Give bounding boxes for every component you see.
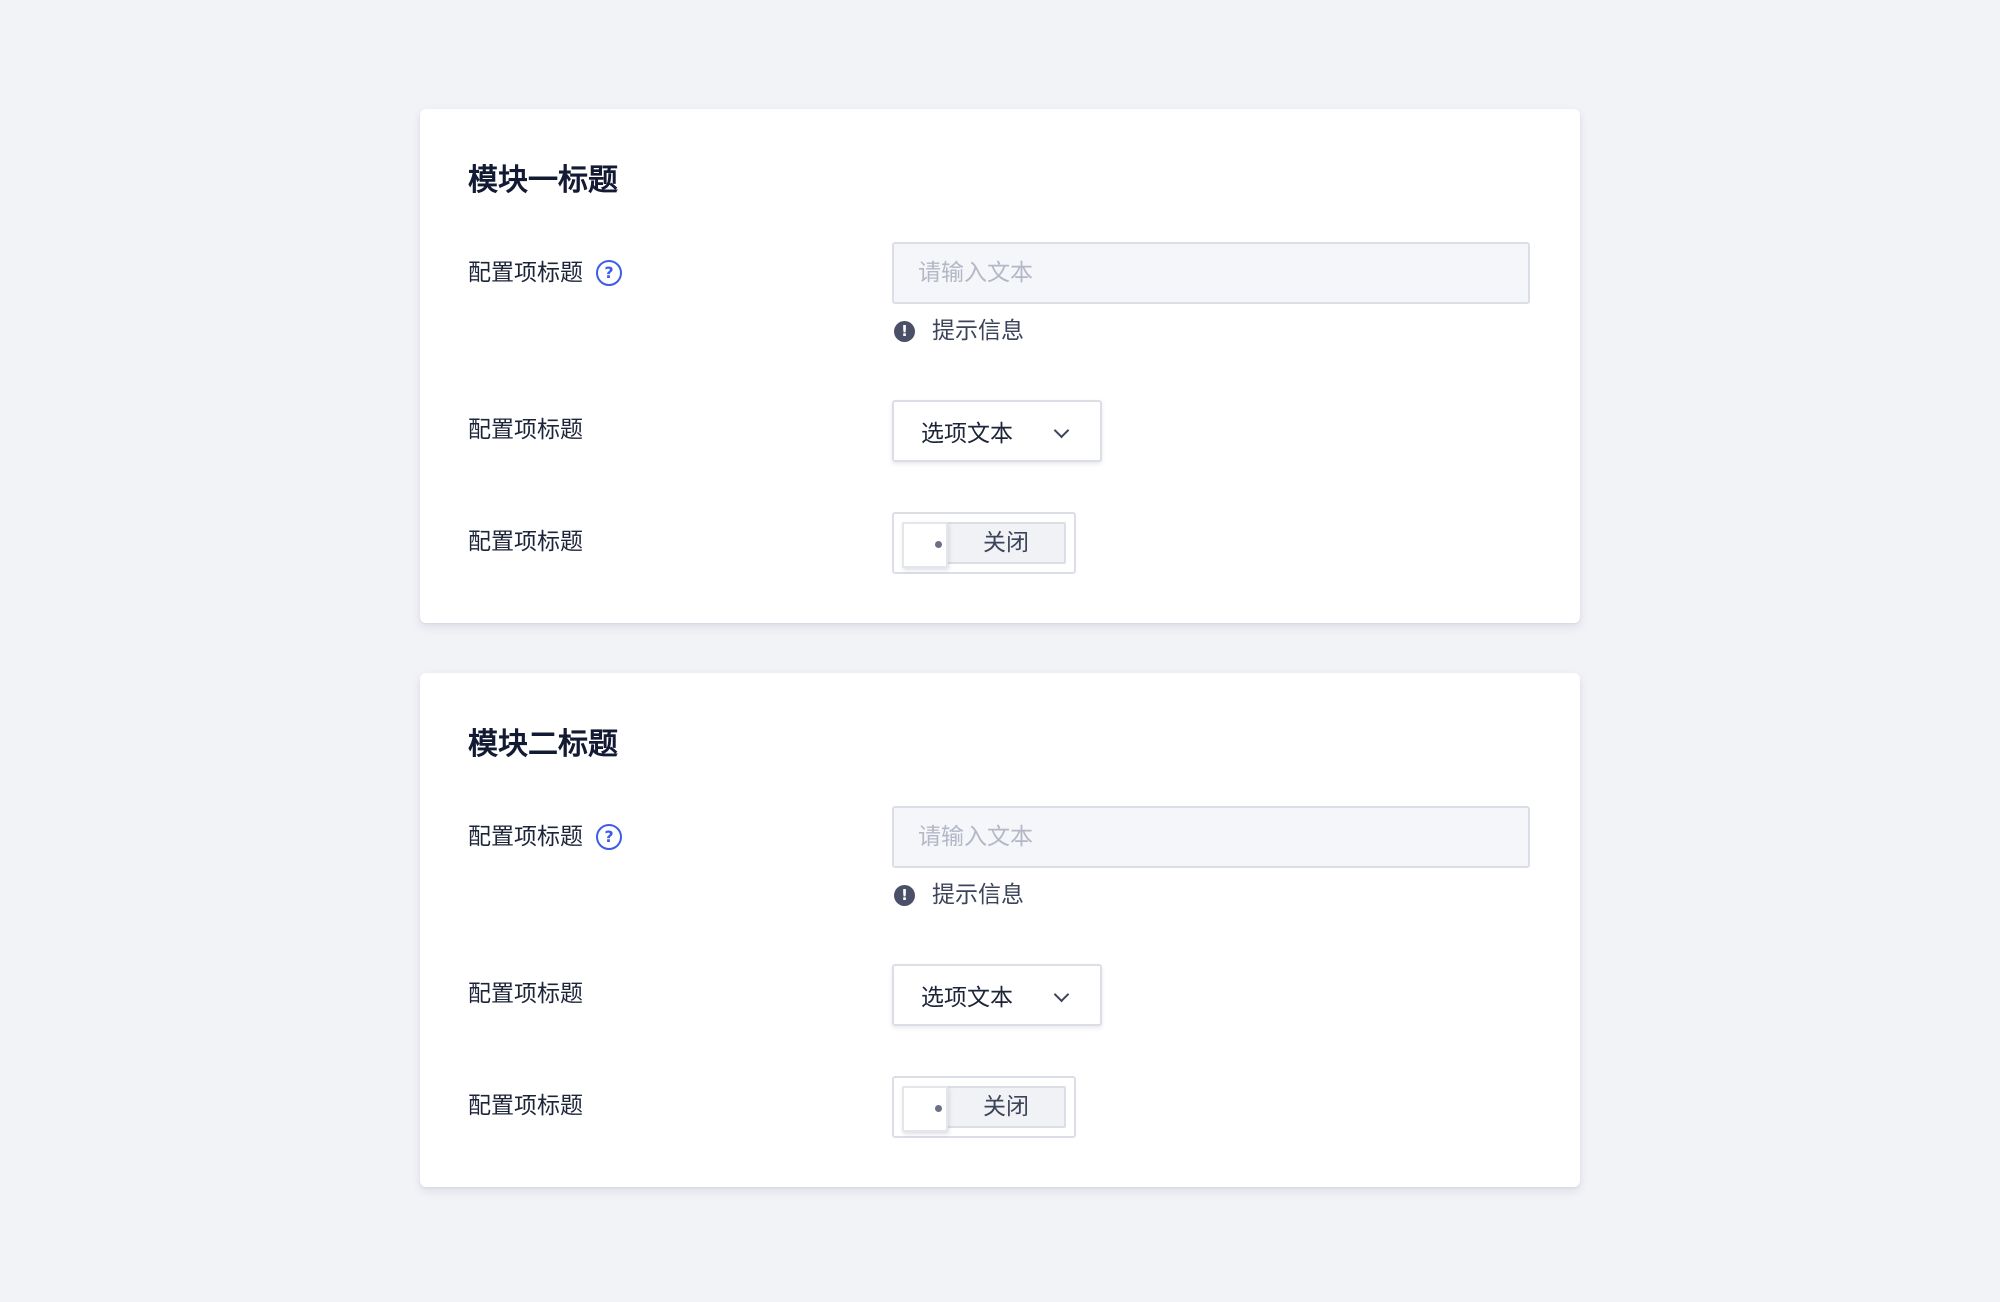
- config-item-label: 配置项标题: [468, 824, 583, 850]
- option-select[interactable]: 选项文本: [892, 400, 1102, 462]
- module-title: 模块二标题: [468, 727, 618, 762]
- hint-message: ! 提示信息: [894, 316, 1024, 346]
- module-title: 模块一标题: [468, 163, 618, 198]
- select-value: 选项文本: [921, 421, 1013, 447]
- chevron-down-icon: [1053, 986, 1070, 1003]
- config-item-label-row: 配置项标题 ?: [468, 258, 622, 288]
- config-item-label-row: 配置项标题 ?: [468, 822, 622, 852]
- module-card-1: 模块一标题 配置项标题 ? ! 提示信息 配置项标题 选项文本 配置项标题 关闭: [420, 109, 1580, 623]
- toggle-switch[interactable]: 关闭: [892, 512, 1076, 574]
- text-input[interactable]: [892, 242, 1530, 304]
- select-value: 选项文本: [921, 985, 1013, 1011]
- config-item-label: 配置项标题: [468, 1093, 583, 1119]
- switch-dot-icon: [935, 1105, 942, 1112]
- chevron-down-icon: [1053, 422, 1070, 439]
- switch-track: 关闭: [902, 522, 1066, 568]
- module-card-2: 模块二标题 配置项标题 ? ! 提示信息 配置项标题 选项文本 配置项标题 关闭: [420, 673, 1580, 1187]
- switch-dot-icon: [935, 541, 942, 548]
- option-select[interactable]: 选项文本: [892, 964, 1102, 1026]
- switch-knob[interactable]: [902, 1086, 948, 1132]
- question-circle-icon[interactable]: ?: [596, 260, 622, 286]
- config-item-label: 配置项标题: [468, 260, 583, 286]
- exclamation-circle-icon: !: [894, 884, 915, 906]
- exclamation-circle-icon: !: [894, 320, 915, 342]
- hint-text: 提示信息: [932, 882, 1024, 908]
- switch-track: 关闭: [902, 1086, 1066, 1132]
- toggle-switch[interactable]: 关闭: [892, 1076, 1076, 1138]
- switch-label: 关闭: [983, 530, 1029, 556]
- hint-text: 提示信息: [932, 318, 1024, 344]
- config-item-label: 配置项标题: [468, 981, 583, 1007]
- switch-label: 关闭: [983, 1094, 1029, 1120]
- text-input[interactable]: [892, 806, 1530, 868]
- config-item-label: 配置项标题: [468, 417, 583, 443]
- question-circle-icon[interactable]: ?: [596, 824, 622, 850]
- switch-knob[interactable]: [902, 522, 948, 568]
- hint-message: ! 提示信息: [894, 880, 1024, 910]
- config-item-label: 配置项标题: [468, 529, 583, 555]
